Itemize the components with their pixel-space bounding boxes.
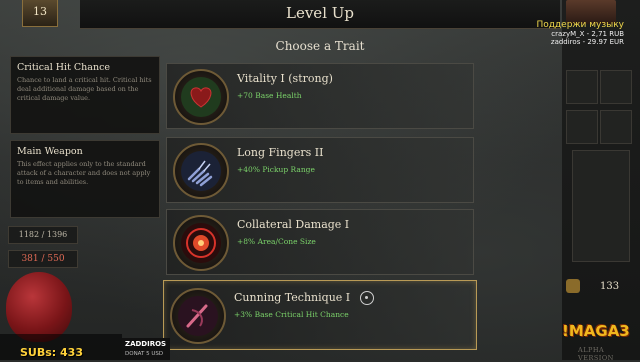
- trait-card-collateral-damage[interactable]: Collateral Damage I +8% Area/Cone Size: [166, 209, 474, 275]
- inventory-slot[interactable]: [566, 70, 598, 104]
- trait-bonus: +3% Base Critical Hit Chance: [234, 310, 349, 319]
- tooltip-desc: Chance to land a critical hit. Critical …: [17, 76, 152, 102]
- header-bar: Level Up: [80, 0, 560, 29]
- health-orb: [6, 272, 72, 342]
- tooltip-critical-hit: Critical Hit Chance Chance to land a cri…: [10, 56, 160, 134]
- tooltip-main-weapon: Main Weapon This effect applies only to …: [10, 140, 160, 218]
- level-badge: 13: [22, 0, 58, 27]
- subs-counter: SUBs: 433: [20, 346, 83, 359]
- trait-name: Collateral Damage I: [237, 218, 350, 231]
- explosion-icon: [173, 215, 229, 271]
- inventory-slot[interactable]: [600, 70, 632, 104]
- health-counter: 381 / 550: [8, 250, 78, 268]
- dagger-strike-icon: [170, 288, 226, 344]
- cursor-icon: [360, 291, 374, 305]
- donation-widget: Поддержи музыку crazyM_X - 2,71 RUB zadd…: [524, 20, 624, 54]
- trait-card-cunning-technique[interactable]: Cunning Technique I +3% Base Critical Hi…: [163, 280, 477, 350]
- choose-trait-title: Choose a Trait: [275, 39, 365, 53]
- trait-name: Long Fingers II: [237, 146, 324, 159]
- trait-bonus: +40% Pickup Range: [237, 165, 315, 174]
- equipment-panel[interactable]: [572, 150, 630, 262]
- xp-counter: 1182 / 1396: [8, 226, 78, 244]
- heart-icon: [173, 69, 229, 125]
- tooltip-title: Critical Hit Chance: [17, 62, 111, 73]
- brand-logo: !MAGA3: [562, 322, 630, 340]
- donation-line: zaddiros - 29.97 EUR: [550, 38, 624, 46]
- tooltip-title: Main Weapon: [17, 146, 83, 157]
- donation-line: crazyM_X - 2,71 RUB: [551, 30, 624, 38]
- donation-title: Поддержи музыку: [536, 20, 624, 30]
- trait-name: Cunning Technique I: [234, 291, 351, 304]
- tooltip-desc: This effect applies only to the standard…: [17, 160, 151, 186]
- donor-name: ZADDIROS: [125, 340, 167, 348]
- inventory-slot[interactable]: [566, 110, 598, 144]
- gold-counter: 133: [600, 281, 620, 292]
- trait-bonus: +70 Base Health: [237, 91, 302, 100]
- trait-card-vitality[interactable]: Vitality I (strong) +70 Base Health: [166, 63, 474, 129]
- gold-coin-icon: [566, 279, 580, 293]
- claw-hand-icon: [173, 143, 229, 199]
- choose-trait-header: Choose a Trait: [80, 34, 560, 56]
- page-title: Level Up: [286, 4, 354, 22]
- donor-amount: DONAT 5 USD: [125, 351, 164, 357]
- inventory-slot[interactable]: [600, 110, 632, 144]
- trait-bonus: +8% Area/Cone Size: [237, 237, 316, 246]
- trait-card-long-fingers[interactable]: Long Fingers II +40% Pickup Range: [166, 137, 474, 203]
- trait-name: Vitality I (strong): [237, 72, 333, 85]
